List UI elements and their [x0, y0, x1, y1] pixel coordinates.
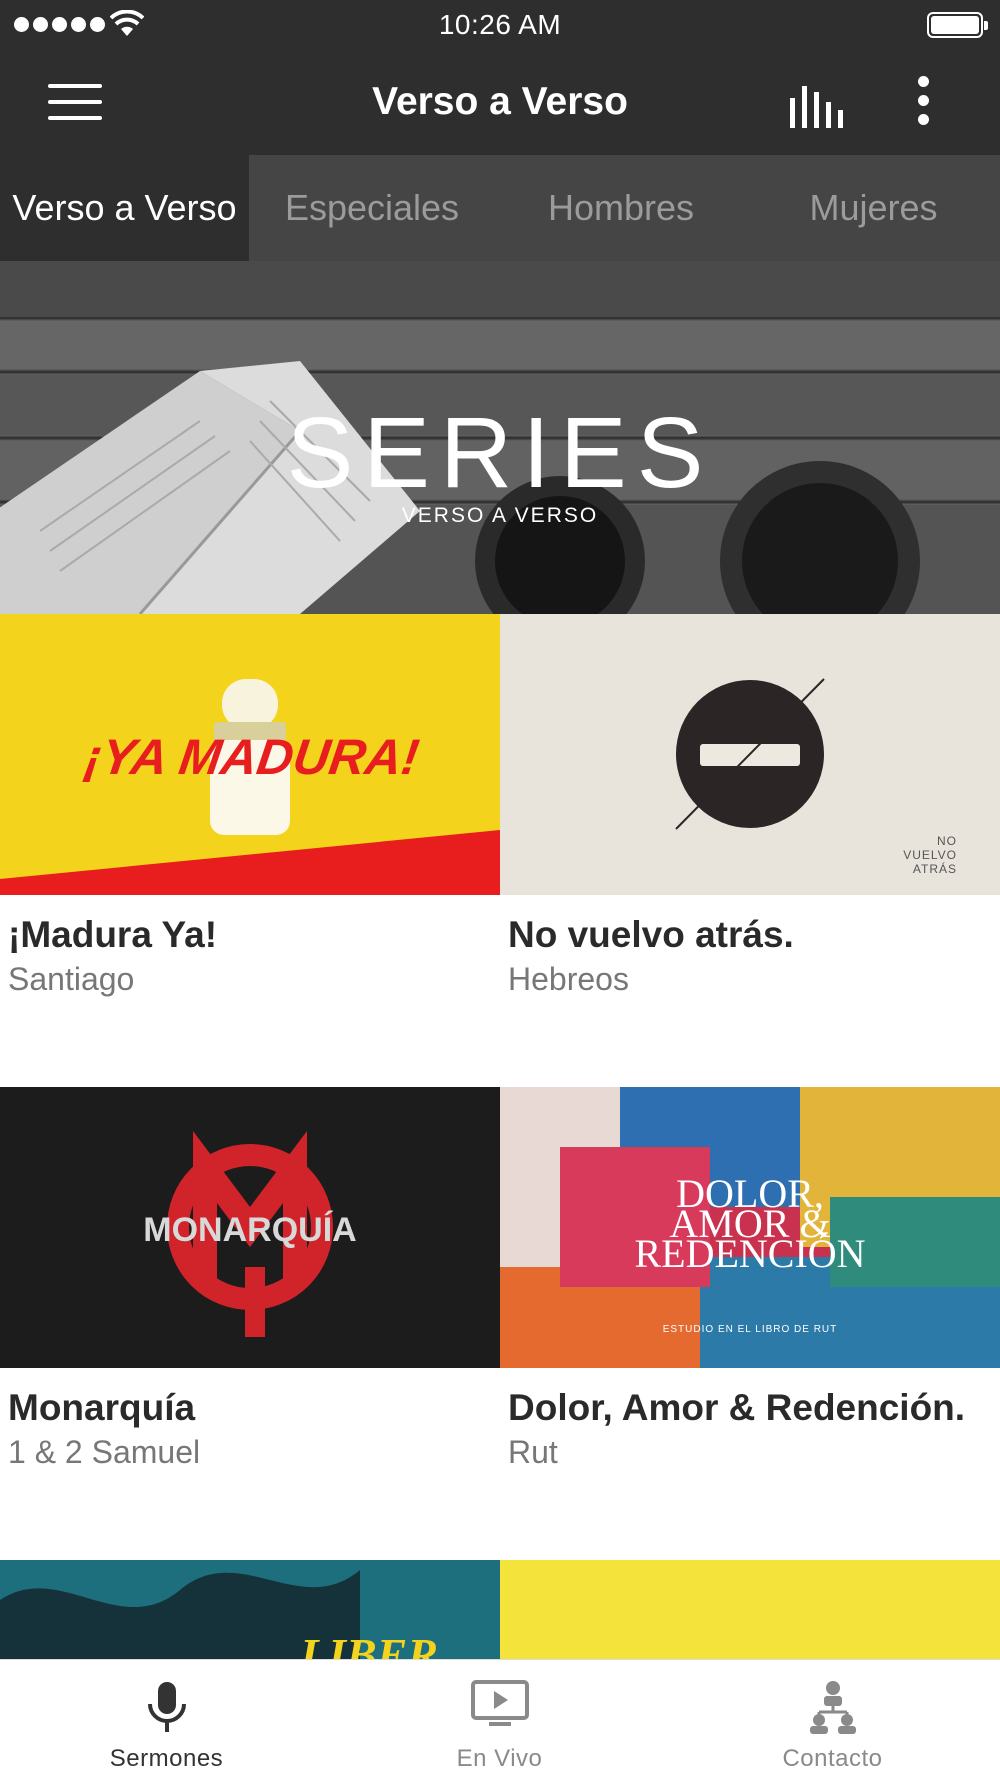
- madura-art-text: ¡YA MADURA!: [81, 729, 422, 785]
- series-book: Hebreos: [508, 961, 629, 997]
- category-tabs: Verso a Verso Especiales Hombres Mujeres: [0, 155, 1000, 261]
- series-book: 1 & 2 Samuel: [8, 1434, 201, 1470]
- dolor-art-line-3: REDENCIÓN: [634, 1231, 865, 1276]
- banner-subtitle: VERSO A VERSO: [401, 504, 599, 527]
- dolor-art-caption: ESTUDIO EN EL LIBRO DE RUT: [663, 1324, 838, 1335]
- nav-label-en-vivo: En Vivo: [456, 1745, 543, 1772]
- more-vertical-icon[interactable]: [906, 74, 942, 130]
- series-card-monarquia[interactable]: MONARQUÍA Monarquía 1 & 2 Samuel: [0, 1087, 500, 1560]
- status-time: 10:26 AM: [438, 9, 562, 40]
- nav-en-vivo[interactable]: En Vivo: [333, 1660, 666, 1778]
- tv-play-icon: [470, 1680, 529, 1726]
- series-card-partial-right[interactable]: [500, 1560, 1000, 1659]
- nav-label-contacto: Contacto: [782, 1745, 883, 1772]
- series-artwork: [500, 1560, 1000, 1659]
- audio-bars-icon[interactable]: [788, 80, 848, 130]
- status-bar: 10:26 AM: [0, 0, 1000, 50]
- series-card-dolor-amor-redencion[interactable]: DOLOR, AMOR & REDENCIÓN ESTUDIO EN EL LI…: [500, 1087, 1000, 1560]
- series-title: Dolor, Amor & Redención.: [508, 1387, 966, 1428]
- series-card-madura-ya[interactable]: ¡YA MADURA! ¡Madura Ya! Santiago: [0, 614, 500, 1087]
- series-artwork: ¡YA MADURA!: [0, 614, 500, 895]
- page-title: Verso a Verso: [372, 80, 628, 123]
- people-network-icon: [809, 1681, 856, 1734]
- nav-sermones[interactable]: Sermones: [0, 1660, 333, 1778]
- series-card-partial-left[interactable]: LIBER: [0, 1560, 500, 1659]
- series-banner[interactable]: SERIES VERSO A VERSO: [0, 261, 1000, 614]
- series-title: ¡Madura Ya!: [8, 914, 218, 955]
- no-vuelvo-art-line-1: NO: [937, 834, 957, 848]
- series-title: No vuelvo atrás.: [508, 914, 794, 955]
- nav-label-sermones: Sermones: [109, 1745, 224, 1772]
- partial-art-text: LIBER: [299, 1629, 438, 1659]
- nav-contacto[interactable]: Contacto: [666, 1660, 999, 1778]
- battery-icon: [927, 12, 988, 38]
- series-artwork: MONARQUÍA: [0, 1087, 500, 1368]
- tab-especiales[interactable]: Especiales: [249, 155, 495, 261]
- banner-title: SERIES: [286, 397, 714, 509]
- series-card-no-vuelvo-atras[interactable]: NO VUELVO ATRÁS No vuelvo atrás. Hebreos: [500, 614, 1000, 1087]
- microphone-icon: [147, 1682, 186, 1732]
- series-book: Santiago: [8, 961, 135, 997]
- app-bar: Verso a Verso: [0, 50, 1000, 155]
- no-vuelvo-art-line-3: ATRÁS: [913, 861, 957, 876]
- series-book: Rut: [508, 1434, 558, 1470]
- series-artwork: DOLOR, AMOR & REDENCIÓN ESTUDIO EN EL LI…: [500, 1087, 1000, 1368]
- tab-mujeres[interactable]: Mujeres: [747, 155, 1000, 261]
- monarquia-art-text: MONARQUÍA: [143, 1211, 356, 1249]
- bottom-navigation: Sermones En Vivo Contacto: [0, 1659, 1000, 1778]
- series-title: Monarquía: [8, 1387, 196, 1428]
- tab-hombres[interactable]: Hombres: [495, 155, 747, 261]
- series-artwork: LIBER: [0, 1560, 500, 1659]
- tab-verso-a-verso[interactable]: Verso a Verso: [0, 155, 249, 261]
- series-artwork: NO VUELVO ATRÁS: [500, 614, 1000, 895]
- no-vuelvo-art-line-2: VUELVO: [903, 848, 957, 862]
